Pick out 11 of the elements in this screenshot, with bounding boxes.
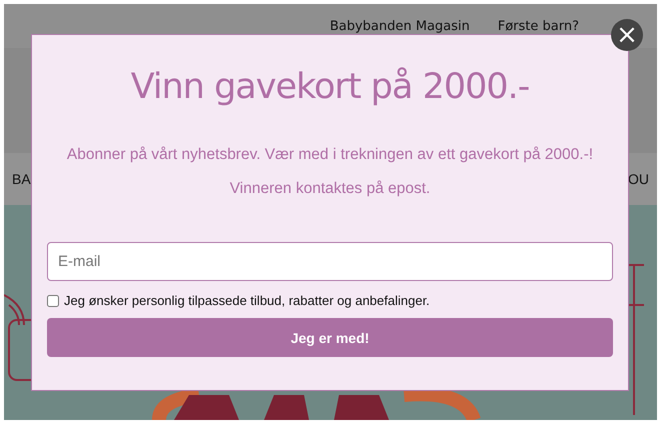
nav-link[interactable]: BA <box>12 171 31 187</box>
top-link[interactable]: Babybanden Magasin <box>330 18 470 34</box>
email-field[interactable]: E-mail <box>47 242 613 281</box>
consent-label: Jeg ønsker personlig tilpassede tilbud, rabatter og anbefalinger. <box>64 293 430 308</box>
consent-checkbox[interactable] <box>47 294 59 306</box>
popup-text: Abonner på vårt nyhetsbrev. Vær med i trekningen av ett gavekort på 2000.-! <box>66 145 594 165</box>
popup-title: Vinn gavekort på 2000.- <box>130 66 530 109</box>
top-link[interactable]: Første barn? <box>498 18 579 34</box>
nav-link[interactable]: OU <box>628 171 649 187</box>
popup-text: Vinneren kontaktes på epost. <box>230 179 430 199</box>
submit-button[interactable]: Jeg er med! <box>47 318 613 357</box>
